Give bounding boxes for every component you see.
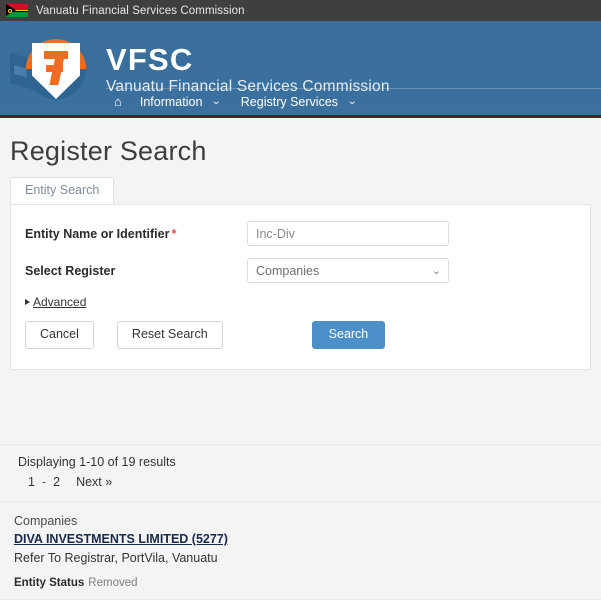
form-button-row: Cancel Reset Search Search bbox=[11, 321, 590, 349]
government-top-bar: Vanuatu Financial Services Commission bbox=[0, 0, 601, 21]
pager-separator: - bbox=[41, 474, 47, 489]
vfsc-logo-icon bbox=[8, 29, 94, 109]
tab-label: Entity Search bbox=[25, 183, 100, 198]
form-row-select-register: Select Register Companies ⌄ bbox=[11, 258, 590, 283]
entity-status-label: Entity Status bbox=[14, 577, 85, 590]
tab-bar: Entity Search bbox=[0, 177, 601, 204]
results-summary: Displaying 1-10 of 19 results bbox=[18, 454, 176, 469]
required-marker: * bbox=[171, 226, 177, 241]
chevron-down-icon: ⌄ bbox=[346, 96, 358, 107]
triangle-right-icon bbox=[25, 299, 30, 305]
select-register-value: Companies bbox=[256, 263, 320, 278]
result-register: Companies bbox=[14, 513, 78, 528]
result-entity-link[interactable]: DIVA INVESTMENTS LIMITED (5277) bbox=[14, 530, 228, 549]
entity-name-label-text: Entity Name or Identifier bbox=[25, 226, 170, 241]
pagination: 1 - 2 Next » bbox=[0, 469, 601, 501]
brand-title: VFSC bbox=[106, 42, 194, 78]
result-address: Refer To Registrar, PortVila, Vanuatu bbox=[14, 550, 218, 565]
next-page-link[interactable]: Next » bbox=[76, 475, 112, 489]
vanuatu-flag-icon bbox=[6, 4, 28, 17]
select-register-dropdown[interactable]: Companies bbox=[247, 258, 449, 283]
advanced-link[interactable]: Advanced bbox=[33, 295, 86, 309]
advanced-toggle[interactable]: Advanced bbox=[11, 295, 590, 309]
results-spacer bbox=[0, 369, 601, 444]
status-badge: Entity Status Removed bbox=[14, 577, 601, 589]
reset-search-button[interactable]: Reset Search bbox=[116, 321, 223, 349]
cancel-button[interactable]: Cancel bbox=[25, 321, 94, 349]
chevron-down-icon: ⌄ bbox=[211, 96, 223, 107]
entity-status-value: Removed bbox=[88, 577, 138, 590]
entity-name-input[interactable] bbox=[247, 221, 449, 246]
nav-item-label: Information bbox=[139, 94, 203, 109]
select-register-wrap[interactable]: Companies ⌄ bbox=[247, 258, 449, 283]
entity-name-label: Entity Name or Identifier * bbox=[25, 227, 247, 241]
home-icon: ⌂ bbox=[114, 94, 122, 109]
result-item[interactable]: Companies DIVA INVESTMENTS LIMITED (5277… bbox=[0, 500, 601, 600]
select-register-label: Select Register bbox=[25, 263, 116, 278]
page-title: Register Search bbox=[10, 136, 207, 166]
tab-entity-search[interactable]: Entity Search bbox=[10, 177, 115, 204]
page-link-2[interactable]: 2 bbox=[53, 475, 60, 489]
nav-item-home[interactable]: ⌂ bbox=[106, 92, 130, 111]
site-header: VFSC Vanuatu Financial Services Commissi… bbox=[0, 21, 601, 118]
form-row-entity-name: Entity Name or Identifier * bbox=[11, 221, 590, 246]
nav-item-registry-services[interactable]: Registry Services ⌄ bbox=[231, 93, 367, 111]
government-bar-label: Vanuatu Financial Services Commission bbox=[36, 4, 245, 17]
search-results: Displaying 1-10 of 19 results 1 - 2 Next… bbox=[0, 443, 601, 600]
main-navigation: ⌂ Information ⌄ Registry Services ⌄ bbox=[106, 88, 601, 112]
nav-item-label: Registry Services bbox=[240, 94, 339, 109]
page-body: Register Search Entity Search Entity Nam… bbox=[0, 118, 601, 600]
nav-item-information[interactable]: Information ⌄ bbox=[130, 93, 231, 111]
search-button[interactable]: Search bbox=[311, 321, 386, 349]
page-link-1[interactable]: 1 bbox=[28, 475, 35, 489]
search-form-panel: Entity Name or Identifier* Select Regist… bbox=[10, 204, 591, 370]
